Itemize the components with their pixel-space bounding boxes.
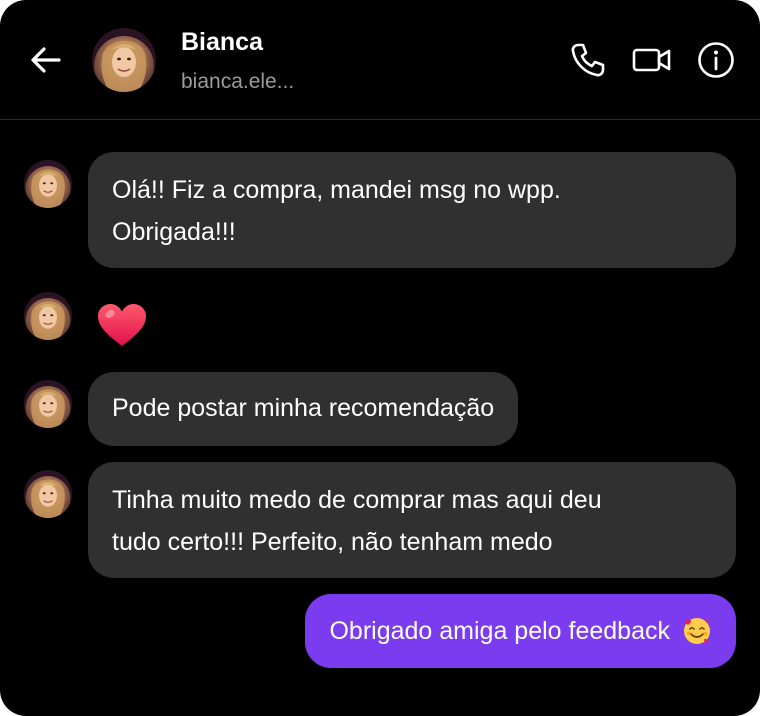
sender-avatar[interactable] bbox=[24, 292, 72, 340]
red-heart-icon bbox=[98, 304, 146, 346]
sender-avatar[interactable] bbox=[24, 160, 72, 208]
contact-name[interactable]: Bianca bbox=[181, 28, 263, 57]
chat-header: Bianca bianca.ele... bbox=[0, 0, 760, 120]
sent-message-bubble[interactable]: Obrigado amiga pelo feedback bbox=[305, 594, 736, 668]
received-message-bubble[interactable]: Olá!! Fiz a compra, mandei msg no wpp. O… bbox=[88, 152, 736, 268]
audio-call-button[interactable] bbox=[566, 38, 610, 82]
sender-avatar[interactable] bbox=[24, 470, 72, 518]
received-message-bubble[interactable]: Pode postar minha recomendação bbox=[88, 372, 519, 446]
sender-avatar[interactable] bbox=[24, 380, 72, 428]
conversation-info-button[interactable] bbox=[694, 38, 738, 82]
contact-avatar[interactable] bbox=[92, 28, 156, 92]
chat-window: Bianca bianca.ele... Olá!! Fiz a compra,… bbox=[0, 0, 760, 716]
contact-handle[interactable]: bianca.ele... bbox=[181, 70, 294, 94]
video-call-button[interactable] bbox=[630, 38, 674, 82]
info-icon bbox=[698, 42, 734, 78]
smiling-face-with-hearts-icon bbox=[684, 618, 710, 644]
video-camera-icon bbox=[632, 48, 671, 72]
back-arrow-icon bbox=[31, 47, 61, 73]
received-message-bubble[interactable]: Tinha muito medo de comprar mas aqui deu… bbox=[88, 462, 736, 578]
received-emoji-message[interactable] bbox=[96, 302, 148, 348]
sent-message-text: Obrigado amiga pelo feedback bbox=[329, 617, 670, 645]
back-button[interactable] bbox=[26, 40, 66, 80]
phone-icon bbox=[571, 43, 605, 77]
